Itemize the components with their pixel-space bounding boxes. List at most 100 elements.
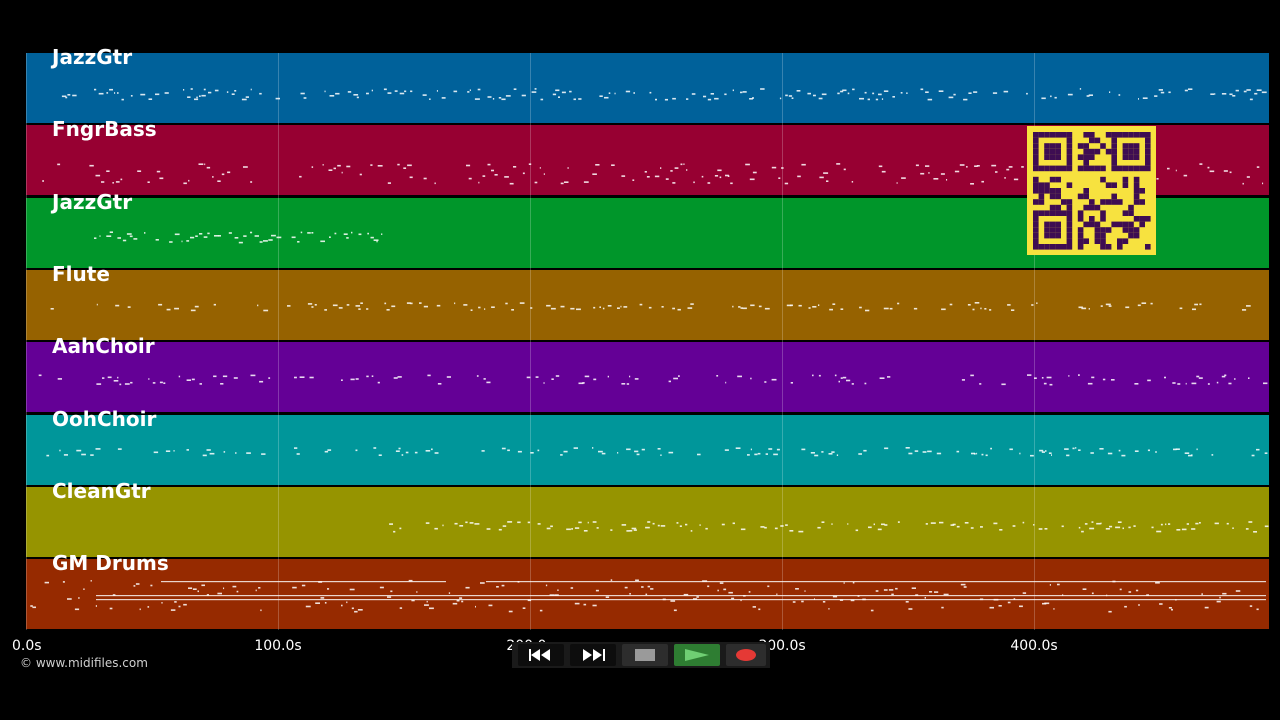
note-mark (846, 379, 851, 382)
play-button[interactable] (674, 644, 720, 666)
note-mark (648, 306, 652, 309)
note-mark (1262, 182, 1264, 185)
note-mark (448, 592, 451, 594)
note-mark (645, 593, 648, 596)
note-mark (327, 449, 332, 451)
note-mark (394, 90, 398, 92)
note-mark (834, 374, 837, 377)
note-mark (494, 174, 498, 176)
note-mark (1155, 451, 1157, 453)
note-mark (509, 182, 514, 185)
note-mark (905, 601, 909, 603)
note-mark (1223, 170, 1228, 172)
note-mark (583, 181, 589, 183)
note-mark (169, 241, 173, 243)
note-mark (1251, 454, 1255, 457)
note-mark (596, 527, 599, 529)
note-mark (109, 607, 113, 610)
note-mark (1067, 93, 1073, 96)
note-mark (212, 176, 214, 178)
note-mark (465, 586, 470, 589)
note-mark (819, 176, 824, 179)
note-mark (1079, 88, 1082, 90)
note-mark (901, 177, 906, 179)
note-mark (1007, 601, 1011, 604)
note-mark (170, 609, 176, 611)
qr-code[interactable] (1027, 126, 1156, 255)
note-mark (873, 523, 875, 526)
note-mark (1061, 525, 1064, 528)
note-mark (724, 93, 727, 96)
note-mark (114, 92, 116, 94)
note-mark (311, 232, 314, 234)
note-mark (307, 303, 313, 305)
note-mark (190, 236, 195, 239)
note-mark (1242, 182, 1244, 185)
note-mark (1207, 166, 1210, 169)
note-mark (985, 454, 988, 457)
note-mark (217, 592, 222, 595)
note-mark (851, 181, 854, 183)
gridline-100 (278, 53, 279, 630)
note-mark (96, 303, 98, 306)
note-mark (1134, 450, 1139, 452)
note-mark (760, 88, 765, 90)
note-mark (95, 174, 101, 177)
note-mark (63, 454, 68, 456)
note-mark (592, 173, 597, 175)
stop-button[interactable] (622, 644, 668, 666)
note-mark (1046, 376, 1052, 379)
note-mark (1045, 450, 1047, 452)
note-mark (416, 591, 418, 593)
note-mark (1049, 584, 1051, 586)
note-mark (631, 527, 637, 530)
note-mark (522, 607, 526, 609)
note-mark (1160, 91, 1165, 94)
note-mark (578, 98, 582, 100)
note-mark (626, 530, 630, 532)
note-mark (641, 586, 644, 588)
record-icon (736, 649, 756, 661)
note-mark (721, 523, 725, 526)
note-mark (832, 303, 836, 305)
record-button[interactable] (726, 644, 766, 666)
note-mark (1124, 605, 1127, 608)
fast-forward-button[interactable] (570, 644, 616, 666)
note-mark (543, 173, 545, 175)
note-mark (747, 454, 750, 456)
note-mark (967, 304, 971, 306)
note-mark (197, 590, 199, 593)
note-mark (764, 307, 770, 310)
note-mark (287, 305, 291, 307)
note-mark (822, 601, 826, 603)
note-mark (686, 98, 689, 100)
note-mark (847, 523, 849, 525)
note-mark (737, 375, 742, 378)
note-mark (196, 96, 198, 99)
rewind-button[interactable] (518, 644, 564, 666)
note-mark (897, 302, 900, 305)
note-mark (468, 177, 472, 180)
note-mark (972, 308, 975, 311)
note-mark (117, 237, 121, 239)
note-mark (680, 163, 683, 166)
note-mark (346, 165, 351, 168)
note-mark (517, 450, 522, 453)
note-mark (635, 579, 639, 582)
note-mark (483, 378, 486, 380)
note-mark (258, 587, 261, 589)
note-mark (213, 303, 216, 306)
note-mark (474, 98, 480, 100)
note-mark (1142, 97, 1148, 99)
note-mark (250, 88, 252, 91)
note-mark (566, 528, 571, 531)
note-mark (699, 524, 701, 526)
note-mark (738, 306, 741, 308)
note-mark (349, 588, 355, 591)
play-icon (685, 649, 709, 661)
note-mark (560, 305, 565, 308)
note-mark (570, 307, 575, 310)
note-mark (534, 181, 538, 184)
note-mark (691, 93, 696, 95)
note-mark (1100, 305, 1103, 307)
